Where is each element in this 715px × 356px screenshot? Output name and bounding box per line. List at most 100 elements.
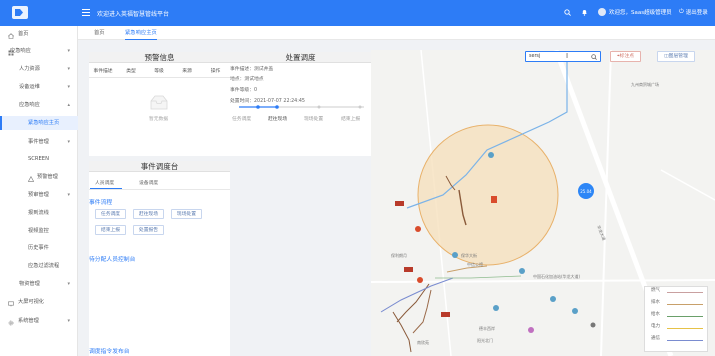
poi-icon [452, 252, 458, 258]
onsite-handling-button[interactable]: 现场处置 [171, 209, 202, 219]
pipeline-legend: 燃气 排水 给水 电力 通信 [644, 286, 708, 352]
tab-personnel-dispatch[interactable]: 人员调度 [95, 179, 114, 186]
sidebar-item-video[interactable]: 视频监控 [0, 224, 78, 238]
flow-title: 事件流程 [89, 200, 113, 206]
logout-button[interactable]: ⏻ 退出登录 [679, 8, 708, 16]
sidebar-item-label: SCREEN [28, 156, 49, 162]
layer-manage-button[interactable]: ◫图层管理 [657, 51, 695, 62]
mark-point-button[interactable]: ⌖标注点 [610, 51, 641, 62]
map-label: 九州商贸城广场 [631, 81, 659, 87]
marker-icon [441, 312, 450, 317]
warning-panel-title: 预警信息 [89, 52, 230, 63]
chevron-down-icon: ▾ [67, 192, 70, 198]
step-label: 任务调度 [232, 117, 252, 122]
user-name: 欢迎您，Saas超级管理员 [609, 10, 672, 16]
sidebar-item-label: 报到流线 [28, 210, 49, 216]
sidebar-item-event-mgmt[interactable]: 事件管理 ▾ [0, 135, 78, 149]
legend-line [667, 304, 703, 306]
tab-device-dispatch[interactable]: 设备调度 [139, 179, 158, 186]
sidebar-item-bigscreen[interactable]: 大屏可视化 [0, 295, 78, 309]
legend-label: 燃气 [651, 288, 660, 293]
tab-emergency-home[interactable]: 紧急响应主页 [125, 26, 157, 40]
go-to-site-button[interactable]: 赶往现场 [133, 209, 164, 219]
command-console-title: 调度指令发布台 [89, 349, 130, 355]
sidebar-item-emergency[interactable]: 应急响应 ▾ [0, 44, 78, 58]
sidebar-item-materials[interactable]: 物资管理 ▾ [0, 277, 78, 291]
marker-icon [395, 201, 404, 206]
legend-line [667, 340, 703, 342]
map-label: 保华大街 [461, 252, 477, 258]
sidebar-item-screen[interactable]: SCREEN [0, 152, 78, 166]
progress-steps [239, 105, 364, 109]
warning-icon [27, 174, 35, 182]
tab-bar: 首页 紧急响应主页 [78, 26, 715, 40]
sidebar-item-label: 首页 [18, 31, 29, 37]
legend-label: 排水 [651, 300, 660, 305]
logout-icon: ⏻ [679, 8, 684, 15]
dispatch-panel-title: 处置调度 [230, 52, 371, 63]
sidebar-item-label: 预审管理 [28, 192, 49, 198]
sidebar-item-emergency-home[interactable]: 紧急响应主页 [0, 116, 78, 130]
mark-point-label: 标注点 [619, 54, 635, 59]
marker-icon [404, 267, 413, 272]
blue-badge-label: 25.04 [580, 189, 592, 194]
poi-icon [488, 152, 494, 158]
legend-label: 给水 [651, 312, 660, 317]
legend-line [667, 292, 703, 294]
finish-report-button[interactable]: 结束上报 [95, 225, 126, 235]
sidebar-item-review[interactable]: 预审管理 ▾ [0, 188, 78, 202]
sidebar-item-home[interactable]: 首页 [0, 27, 78, 41]
tab-home[interactable]: 首页 [94, 26, 105, 40]
monitor-icon [8, 299, 14, 307]
top-bar: 欢迎进入英福智慧管线平台 欢迎您，Saas超级管理员 ⏻ 退出登录 [0, 0, 715, 26]
map-search-box[interactable]: sersj I [525, 51, 601, 62]
sidebar-item-hr[interactable]: 人力资源 ▾ [0, 62, 78, 76]
menu-toggle-icon[interactable] [82, 9, 90, 16]
poi-icon [572, 308, 578, 314]
user-menu[interactable]: 欢迎您，Saas超级管理员 [598, 8, 672, 16]
map-label: 中信公馆 [467, 261, 483, 267]
sidebar-item-emergency-sub[interactable]: 应急响应 ▴ [0, 98, 78, 112]
column-header: 事件描述 [93, 69, 113, 74]
logout-label: 退出登录 [685, 10, 708, 16]
layer-manage-label: 图层管理 [668, 54, 688, 59]
sidebar-item-filter-flow[interactable]: 应急过滤流程 [0, 259, 78, 273]
sidebar-item-label: 系统管理 [18, 318, 39, 324]
sidebar-item-report-flow[interactable]: 报到流线 [0, 206, 78, 220]
sidebar-item-device[interactable]: 设备运维 ▾ [0, 80, 78, 94]
sidebar-item-label: 应急响应 [19, 102, 40, 108]
handle-time: 处置时间：2021-07-07 22:24:45 [230, 99, 305, 104]
chevron-down-icon: ▾ [67, 66, 70, 72]
sidebar-item-label: 紧急响应主页 [28, 120, 60, 126]
empty-text: 暂无数据 [149, 117, 169, 122]
handling-report-button[interactable]: 处置报告 [133, 225, 164, 235]
avatar [598, 8, 606, 16]
column-header: 操作 [210, 69, 221, 74]
search-icon[interactable] [564, 9, 571, 16]
bell-icon[interactable] [581, 9, 588, 16]
home-icon [7, 31, 15, 39]
sidebar-item-system[interactable]: 系统管理 ▾ [0, 314, 78, 328]
column-header: 类型 [126, 69, 136, 74]
event-level: 事件等级：0 [230, 88, 258, 93]
sidebar-item-label: 事件管理 [28, 139, 49, 145]
poi-icon [590, 322, 596, 328]
sidebar-item-history[interactable]: 历史事件 [0, 241, 78, 255]
sidebar-item-warning[interactable]: 预警管理 [0, 170, 78, 184]
search-icon[interactable] [591, 54, 597, 60]
sidebar-item-label: 人力资源 [19, 66, 40, 72]
legend-label: 电力 [651, 324, 660, 329]
app-logo-icon [12, 6, 28, 19]
poi-icon [417, 277, 423, 283]
divider [89, 189, 230, 190]
sidebar-item-label: 大屏可视化 [18, 299, 44, 305]
column-header: 来源 [182, 69, 192, 74]
poi-icon [493, 305, 499, 311]
poi-icon [415, 226, 421, 232]
gear-icon [8, 318, 14, 326]
chevron-down-icon: ▾ [67, 48, 70, 54]
map-search-input[interactable]: sersj [529, 54, 540, 59]
map-label: 阳光北门 [477, 337, 493, 343]
dispatch-task-button[interactable]: 任务调度 [95, 209, 126, 219]
step-label: 赶往现场 [268, 117, 288, 122]
